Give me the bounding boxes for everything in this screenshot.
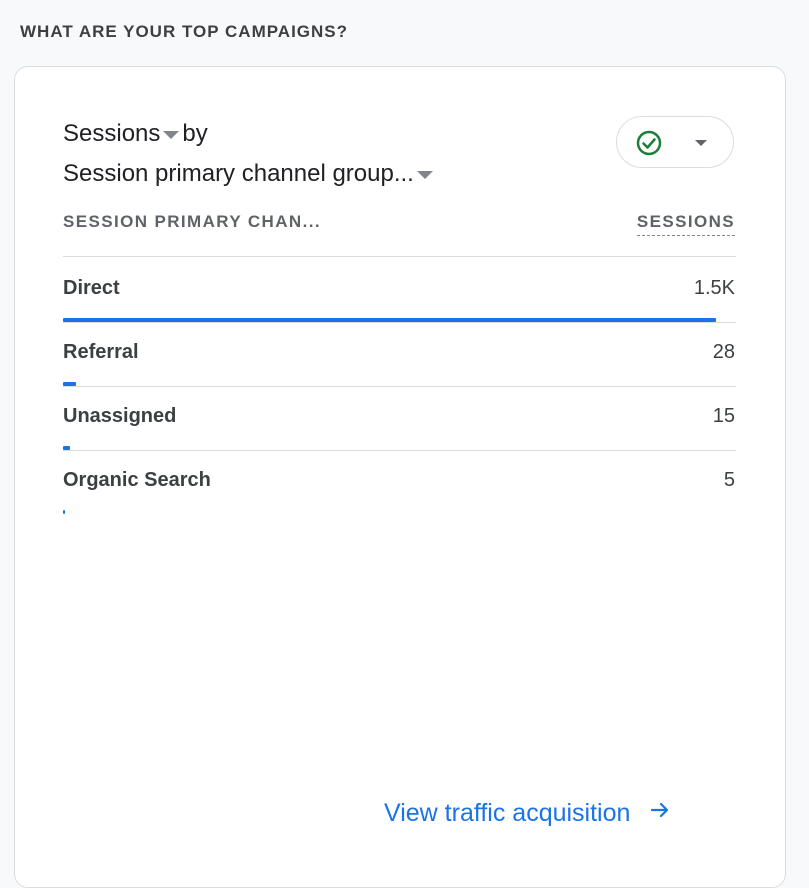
row-divider xyxy=(63,450,736,451)
link-label[interactable]: View traffic acquisition xyxy=(384,799,630,828)
metric-label[interactable]: Sessions xyxy=(63,120,160,147)
status-dropdown-button[interactable] xyxy=(616,116,734,168)
row-label-organic-search: Organic Search xyxy=(63,469,211,491)
chevron-down-icon xyxy=(695,140,707,146)
metric-column-header[interactable]: SESSIONS xyxy=(636,212,735,236)
metric-selector: Sessions by xyxy=(63,120,208,148)
row-bar-organic-search xyxy=(63,510,65,514)
dimension-caret-icon[interactable] xyxy=(416,170,433,179)
by-label: by xyxy=(182,120,208,147)
view-traffic-acquisition-link[interactable]: View traffic acquisition xyxy=(384,798,672,829)
metric-column-header-label[interactable]: SESSIONS xyxy=(636,212,735,236)
metric-caret-icon[interactable] xyxy=(163,130,180,139)
row-divider xyxy=(63,386,736,387)
section-title: WHAT ARE YOUR TOP CAMPAIGNS? xyxy=(20,22,349,41)
row-label-direct: Direct xyxy=(63,277,120,299)
header-divider xyxy=(63,256,736,257)
dimension-label[interactable]: Session primary channel group... xyxy=(63,160,414,187)
dimension-selector: Session primary channel group... xyxy=(63,160,436,188)
row-label-referral: Referral xyxy=(63,341,139,363)
check-circle-icon xyxy=(635,129,663,162)
row-label-unassigned: Unassigned xyxy=(63,405,177,427)
row-value-direct: 1.5K xyxy=(693,277,735,299)
row-divider xyxy=(63,322,736,323)
row-value-referral: 28 xyxy=(712,341,735,363)
dimension-column-header: SESSION PRIMARY CHAN... xyxy=(63,212,321,231)
row-value-unassigned: 15 xyxy=(712,405,735,427)
arrow-right-icon xyxy=(648,798,672,829)
row-value-organic-search: 5 xyxy=(723,469,735,491)
